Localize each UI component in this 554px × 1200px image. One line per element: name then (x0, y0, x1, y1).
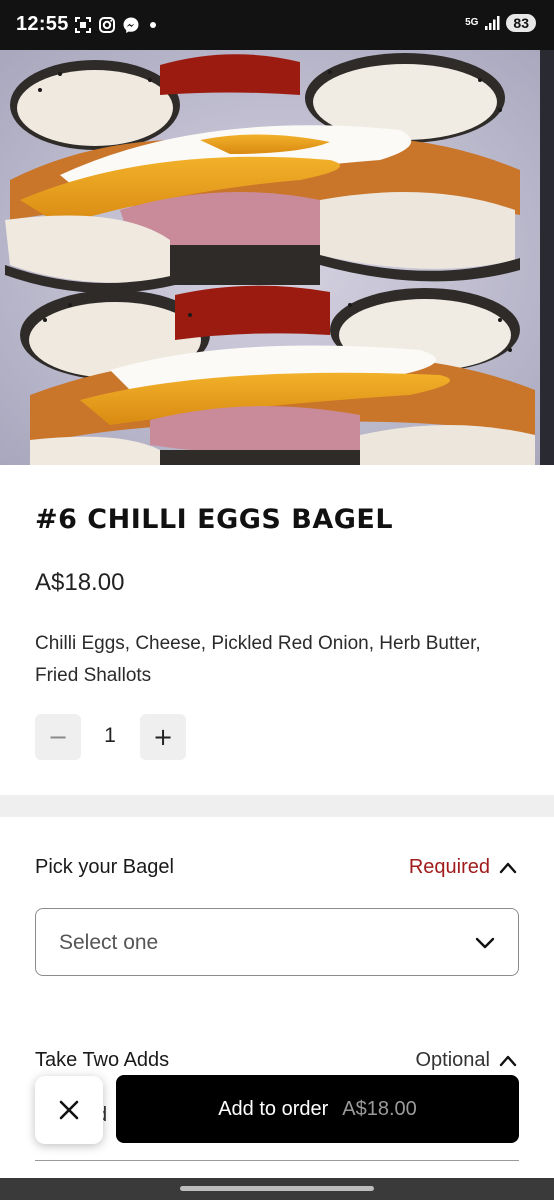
close-icon (59, 1100, 79, 1120)
adds-option-label: Take Two Adds (35, 1049, 170, 1071)
quantity-decrease-button[interactable]: − (35, 714, 81, 760)
chevron-down-icon (475, 937, 495, 949)
product-description: Chilli Eggs, Cheese, Pickled Red Onion, … (35, 633, 481, 686)
bagel-select[interactable]: Select one (35, 908, 519, 976)
option-divider (35, 1160, 519, 1161)
network-label: 5G (465, 17, 479, 28)
status-time: 12:55 (16, 13, 69, 35)
optional-badge: Optional (415, 1049, 491, 1071)
messenger-icon (123, 17, 139, 33)
signal-icon (485, 16, 500, 30)
battery-level: 83 (506, 14, 536, 32)
system-nav-bar (0, 1178, 554, 1200)
chevron-up-icon[interactable] (498, 858, 518, 878)
status-bar: 12:55 5G 83 (0, 0, 554, 50)
section-divider (0, 795, 554, 817)
product-price: A$18.00 (35, 569, 125, 596)
add-to-order-button[interactable]: Add to order A$18.00 (116, 1075, 519, 1143)
status-right: 5G 83 (465, 14, 536, 32)
product-image (0, 50, 554, 465)
product-title: #6 CHILLI EGGS BAGEL (35, 504, 394, 535)
chevron-up-icon[interactable] (498, 1051, 518, 1071)
home-handle[interactable] (180, 1186, 374, 1191)
quantity-increase-button[interactable]: + (140, 714, 186, 760)
close-button[interactable] (35, 1076, 103, 1144)
required-badge: Required (408, 856, 490, 878)
screenshot-icon (75, 17, 91, 33)
add-to-order-price: A$18.00 (342, 1097, 417, 1120)
bagel-option-label: Pick your Bagel (35, 856, 174, 878)
status-icons (74, 16, 156, 34)
notification-dot (150, 22, 156, 28)
select-placeholder: Select one (59, 931, 159, 954)
quantity-value: 1 (104, 724, 116, 747)
bagel-photo (0, 50, 554, 465)
instagram-icon (99, 17, 115, 33)
add-to-order-label: Add to order (218, 1097, 329, 1120)
